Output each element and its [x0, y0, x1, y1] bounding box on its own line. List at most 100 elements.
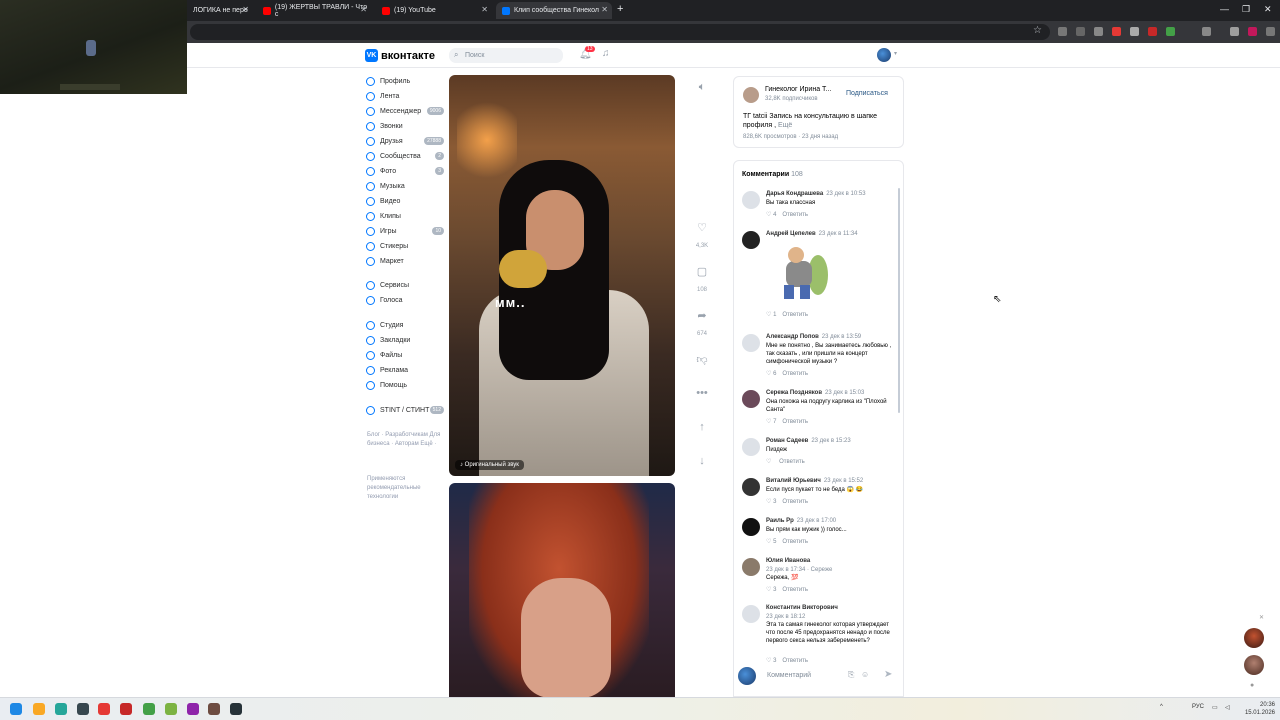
- tab-vk-clip[interactable]: Клип сообщества Гинекол ✕: [496, 2, 612, 19]
- avatar[interactable]: [743, 87, 759, 103]
- heart-icon[interactable]: ♡: [766, 371, 771, 377]
- url-input[interactable]: [190, 24, 1050, 40]
- reply-button[interactable]: Ответить: [782, 587, 808, 593]
- sidebar-item-communities[interactable]: Сообщества 2: [366, 149, 444, 163]
- sidebar-item-files[interactable]: Файлы: [366, 348, 444, 362]
- sidebar-item-studio[interactable]: Студия: [366, 318, 444, 332]
- close-window-icon[interactable]: ✕: [1264, 4, 1272, 15]
- vk-logo[interactable]: VK вконтакте: [365, 49, 435, 62]
- sidebar-item-profile[interactable]: Профиль: [366, 74, 444, 88]
- reply-button[interactable]: Ответить: [782, 312, 808, 318]
- sidebar-item-games[interactable]: Игры 10: [366, 224, 444, 238]
- browser-icon[interactable]: [55, 703, 67, 715]
- tray-chevron-icon[interactable]: ^: [1160, 704, 1163, 710]
- comment-input[interactable]: Комментарий: [767, 672, 811, 679]
- maximize-icon[interactable]: ❐: [1242, 4, 1250, 15]
- reply-button[interactable]: Ответить: [782, 539, 808, 545]
- file-explorer-icon[interactable]: [33, 703, 45, 715]
- extension-icon[interactable]: [1094, 27, 1103, 36]
- more-icon[interactable]: •••: [694, 387, 710, 399]
- tab-logika[interactable]: ЛОГИКА не пере ✕: [187, 2, 253, 19]
- avatar[interactable]: [742, 390, 760, 408]
- close-icon[interactable]: ✕: [601, 5, 608, 14]
- arrow-down-icon[interactable]: ↓: [694, 455, 710, 467]
- more-link[interactable]: Ещё: [778, 122, 792, 129]
- extension-icon[interactable]: [1130, 27, 1139, 36]
- clock[interactable]: 20:36 15.01.2026: [1241, 701, 1275, 717]
- reply-button[interactable]: Ответить: [779, 459, 805, 465]
- subscribe-button[interactable]: Подписаться: [846, 90, 888, 97]
- scrollbar[interactable]: [898, 188, 900, 413]
- steam-icon[interactable]: [230, 703, 242, 715]
- chrome-icon[interactable]: [98, 703, 110, 715]
- comment-author[interactable]: Александр Попов 23 дек в 13:59: [766, 334, 861, 340]
- avatar[interactable]: [742, 438, 760, 456]
- avatar[interactable]: [742, 334, 760, 352]
- sidebar-item-clips[interactable]: Клипы: [366, 209, 444, 223]
- close-icon[interactable]: ✕: [1259, 614, 1264, 621]
- comment-author[interactable]: Юлия Иванова: [766, 558, 810, 564]
- sidebar-item-video[interactable]: Видео: [366, 194, 444, 208]
- heart-icon[interactable]: ♡: [766, 419, 771, 425]
- avatar[interactable]: [742, 191, 760, 209]
- sidebar-item-stint[interactable]: STINT / СТИНТ 512: [366, 403, 444, 417]
- sidebar-footer-links[interactable]: Блог · Разработчикам Для бизнеса · Автор…: [367, 431, 447, 449]
- picture-in-picture-video[interactable]: [0, 0, 187, 94]
- dislike-icon[interactable]: 👎︎: [694, 353, 710, 366]
- avatar[interactable]: [1244, 628, 1264, 648]
- sidebar-item-bookmarks[interactable]: Закладки: [366, 333, 444, 347]
- original-sound-badge[interactable]: ♪ Оригинальный звук: [455, 460, 524, 470]
- reply-button[interactable]: Ответить: [782, 499, 808, 505]
- avatar[interactable]: [742, 478, 760, 496]
- new-tab-button[interactable]: +: [617, 3, 623, 15]
- sidebar-item-stickers[interactable]: Стикеры: [366, 239, 444, 253]
- sidebar-item-music[interactable]: Музыка: [366, 179, 444, 193]
- comment-author[interactable]: Роман Садеев 23 дек в 15:23: [766, 438, 851, 444]
- sidebar-item-market[interactable]: Маркет: [366, 254, 444, 268]
- app-icon[interactable]: [143, 703, 155, 715]
- extensions-puzzle-icon[interactable]: [1202, 27, 1211, 36]
- avatar[interactable]: [877, 48, 891, 62]
- comment-author[interactable]: Раиль Рр 23 дек в 17:00: [766, 518, 836, 524]
- sidebar-item-feed[interactable]: Лента: [366, 89, 444, 103]
- extension-icon[interactable]: [1166, 27, 1175, 36]
- extension-icon[interactable]: [1076, 27, 1085, 36]
- close-icon[interactable]: ✕: [360, 5, 367, 14]
- heart-icon[interactable]: ♡: [766, 539, 771, 545]
- heart-icon[interactable]: ♡: [766, 459, 771, 465]
- emoji-icon[interactable]: ☺: [861, 670, 869, 679]
- reply-button[interactable]: Ответить: [782, 419, 808, 425]
- close-icon[interactable]: ✕: [242, 5, 249, 14]
- avatar[interactable]: [1244, 655, 1264, 675]
- avatar[interactable]: [742, 231, 760, 249]
- tab-youtube-zhertvy[interactable]: (19) ЖЕРТВЫ ТРАВЛИ - Что с ✕: [257, 2, 371, 19]
- app-icon[interactable]: [165, 703, 177, 715]
- heart-icon[interactable]: ♡: [766, 312, 771, 318]
- sidebar-item-friends[interactable]: Друзья 27888: [366, 134, 444, 148]
- clip-video-player[interactable]: мм.. ♪ Оригинальный звук: [449, 75, 675, 476]
- sidebar-item-help[interactable]: Помощь: [366, 378, 444, 392]
- windows-start-icon[interactable]: [10, 703, 22, 715]
- bookmark-star-icon[interactable]: ☆: [1033, 25, 1042, 36]
- reply-button[interactable]: Ответить: [782, 371, 808, 377]
- chat-icon[interactable]: ●: [1250, 682, 1254, 689]
- volume-icon[interactable]: 🔈︎: [694, 81, 710, 94]
- volume-icon[interactable]: ◁: [1225, 704, 1230, 711]
- sidebar-item-calls[interactable]: Звонки: [366, 119, 444, 133]
- sidebar-item-photos[interactable]: Фото 3: [366, 164, 444, 178]
- network-icon[interactable]: ▭: [1212, 704, 1218, 711]
- app-icon[interactable]: [120, 703, 132, 715]
- like-heart-icon[interactable]: ♡: [694, 221, 710, 234]
- profile-icon[interactable]: [1248, 27, 1257, 36]
- tab-youtube[interactable]: (19) YouTube ✕: [376, 2, 492, 19]
- heart-icon[interactable]: ♡: [766, 212, 771, 218]
- sidebar-item-ads[interactable]: Реклама: [366, 363, 444, 377]
- language-indicator[interactable]: РУС: [1192, 704, 1204, 710]
- comment-author[interactable]: Сережа Поздняков 23 дек в 15:03: [766, 390, 864, 396]
- next-clip-video[interactable]: [449, 483, 675, 697]
- profile-icon[interactable]: [1230, 27, 1239, 36]
- avatar[interactable]: [742, 605, 760, 623]
- author-name[interactable]: Гинеколог Ирина Т...: [765, 86, 831, 93]
- share-icon[interactable]: ➦: [694, 309, 710, 322]
- heart-icon[interactable]: ♡: [766, 499, 771, 505]
